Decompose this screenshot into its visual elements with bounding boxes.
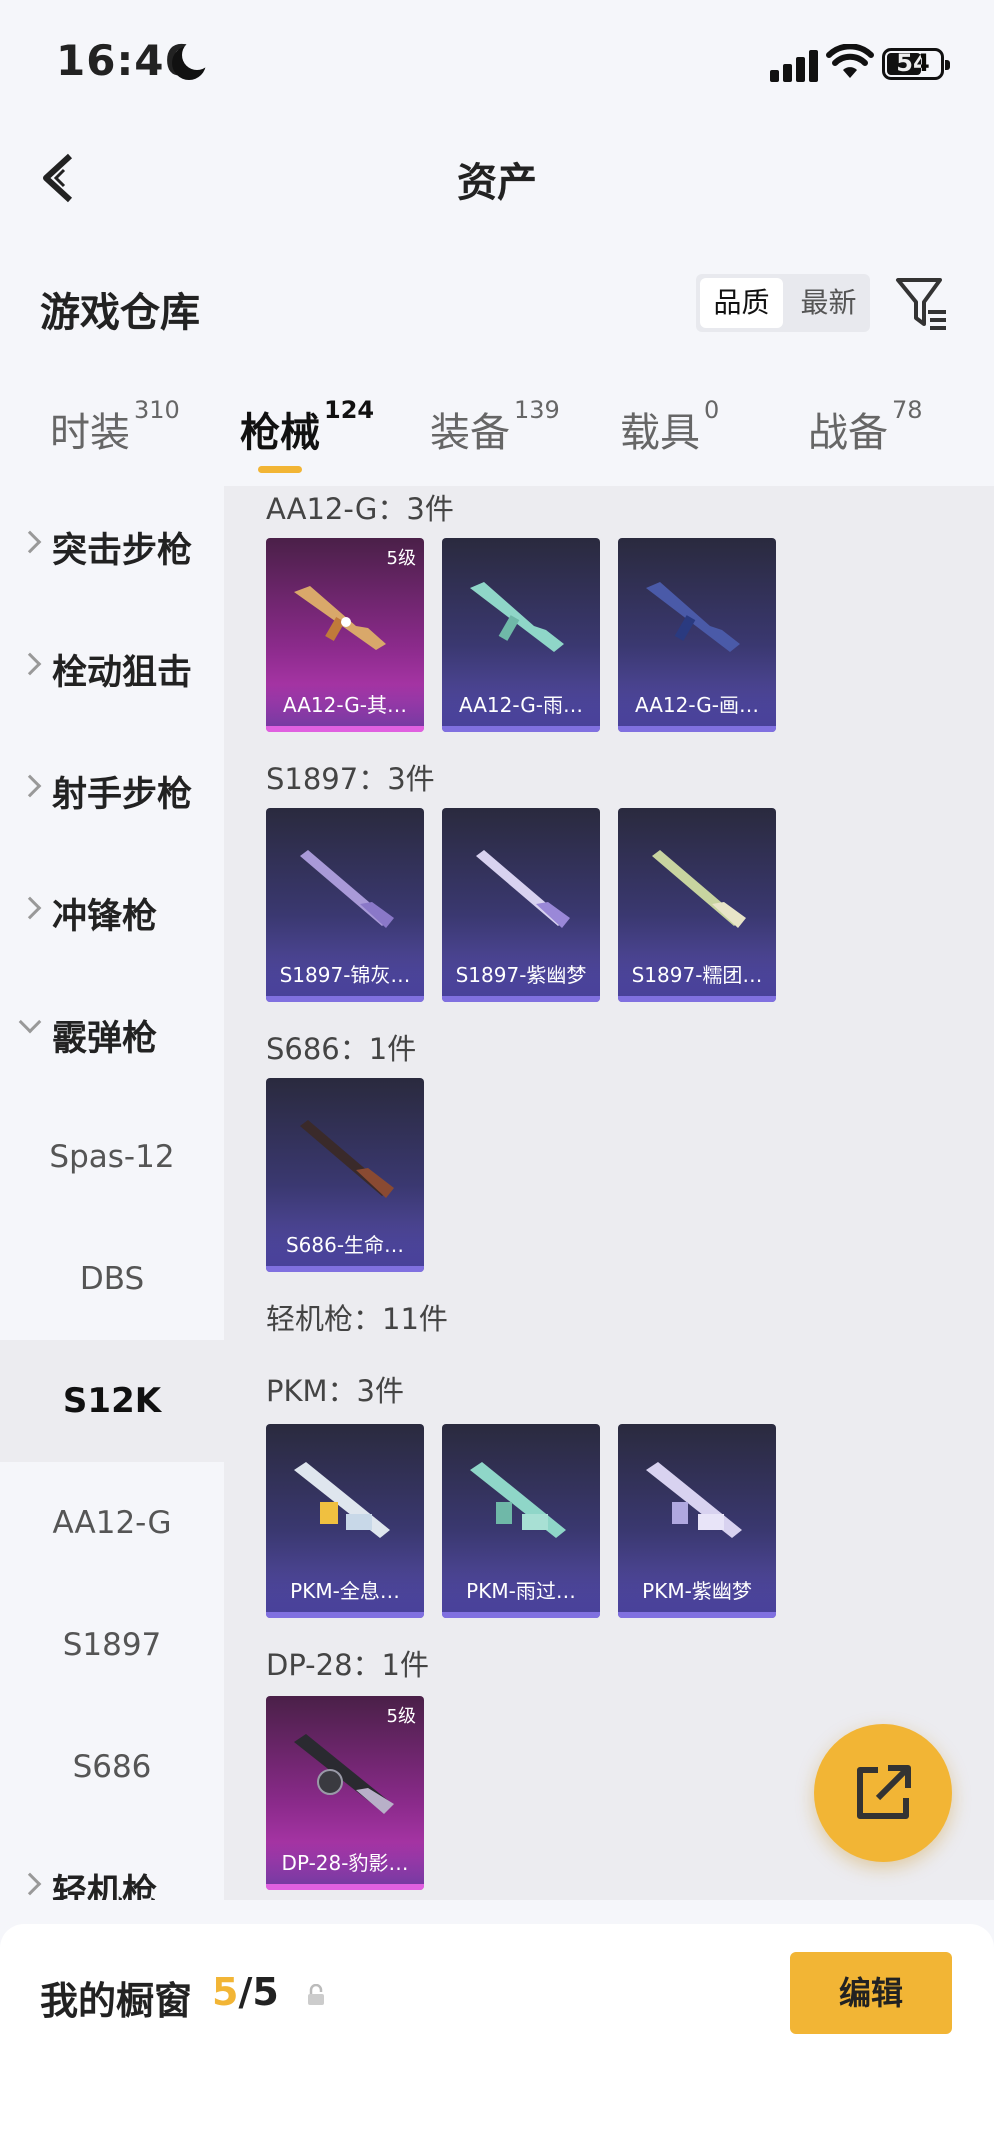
shotgun-icon xyxy=(300,850,394,928)
sidebar-sub-spas12[interactable]: Spas-12 xyxy=(0,1096,224,1218)
tab-tactical[interactable]: 战备 78 xyxy=(808,396,923,458)
group-label-s686: S686：1件 xyxy=(266,1032,417,1066)
share-icon xyxy=(857,1765,911,1819)
shotgun-icon xyxy=(300,1120,394,1198)
sort-quality-button[interactable]: 品质 xyxy=(700,278,783,328)
sidebar-sub-s1897[interactable]: S1897 xyxy=(0,1584,224,1706)
weapon-card[interactable]: S1897-锦灰… xyxy=(266,808,424,1002)
showcase-bar: 我的橱窗 5/5 编辑 xyxy=(0,1924,994,2152)
sidebar-sub-aa12g[interactable]: AA12-G xyxy=(0,1462,224,1584)
tab-firearms[interactable]: 枪械 124 xyxy=(240,396,374,458)
battery-level: 54 xyxy=(896,49,930,77)
sidebar-sub-s12k[interactable]: S12K xyxy=(0,1340,224,1462)
signal-icon xyxy=(770,48,818,82)
machine-gun-icon xyxy=(294,1462,390,1538)
sidebar-item-smg[interactable]: 冲锋枪 xyxy=(0,852,224,974)
rifle-icon xyxy=(294,586,386,650)
showcase-label: 我的橱窗 xyxy=(40,1979,193,2023)
weapon-card[interactable]: S1897-糯团… xyxy=(618,808,776,1002)
nav-bar: 资产 xyxy=(0,130,994,220)
showcase-count: 5/5 xyxy=(212,1970,279,2014)
chevron-right-icon xyxy=(18,1872,42,1896)
weapon-card[interactable]: 5级 DP-28-豹影… xyxy=(266,1696,424,1890)
group-label-s1897: S1897：3件 xyxy=(266,762,435,796)
chevron-right-icon xyxy=(18,896,42,920)
tab-equipment[interactable]: 装备 139 xyxy=(430,396,560,458)
weapon-card[interactable]: PKM-雨过… xyxy=(442,1424,600,1618)
chevron-right-icon xyxy=(18,774,42,798)
chevron-right-icon xyxy=(18,652,42,676)
edit-button[interactable]: 编辑 xyxy=(790,1952,952,2034)
weapon-list: AA12-G：3件 5级 AA12-G-其… AA12-G-雨… AA12-G-… xyxy=(224,486,994,1900)
machine-gun-icon xyxy=(294,1734,394,1814)
chevron-right-icon xyxy=(18,530,42,554)
group-label-lmg: 轻机枪：11件 xyxy=(266,1302,448,1336)
weapon-category-sidebar: 突击步枪 栓动狙击 射手步枪 冲锋枪 霰弹枪 Spas-12 DBS S12K … xyxy=(0,486,224,1900)
sidebar-sub-s686[interactable]: S686 xyxy=(0,1706,224,1828)
weapon-card[interactable]: 5级 AA12-G-其… xyxy=(266,538,424,732)
sidebar-sub-dbs[interactable]: DBS xyxy=(0,1218,224,1340)
machine-gun-icon xyxy=(470,1462,566,1538)
moon-icon xyxy=(172,40,212,80)
sidebar-item-shotgun[interactable]: 霰弹枪 xyxy=(0,974,224,1096)
rifle-icon xyxy=(646,582,740,652)
sidebar-item-assault-rifle[interactable]: 突击步枪 xyxy=(0,486,224,608)
status-bar: 16:46 54 xyxy=(0,0,994,120)
section-title: 游戏仓库 xyxy=(40,290,200,336)
shotgun-icon xyxy=(476,850,570,928)
tab-vehicles[interactable]: 载具 0 xyxy=(620,396,719,458)
rifle-icon xyxy=(470,582,564,652)
weapon-card[interactable]: PKM-紫幽梦 xyxy=(618,1424,776,1618)
group-label-aa12g: AA12-G：3件 xyxy=(266,492,454,526)
machine-gun-icon xyxy=(646,1462,742,1538)
category-tabs: 时装 310 枪械 124 装备 139 载具 0 战备 78 xyxy=(0,396,994,480)
sort-toggle: 品质 最新 xyxy=(696,274,870,332)
tab-fashion[interactable]: 时装 310 xyxy=(50,396,180,458)
sidebar-item-bolt-sniper[interactable]: 栓动狙击 xyxy=(0,608,224,730)
weapon-card[interactable]: AA12-G-画… xyxy=(618,538,776,732)
weapon-card[interactable]: S1897-紫幽梦 xyxy=(442,808,600,1002)
battery-icon: 54 xyxy=(882,48,950,80)
group-label-dp28: DP-28：1件 xyxy=(266,1648,429,1682)
sort-latest-button[interactable]: 最新 xyxy=(787,274,870,332)
weapon-card[interactable]: S686-生命… xyxy=(266,1078,424,1272)
sidebar-item-marksman-rifle[interactable]: 射手步枪 xyxy=(0,730,224,852)
active-tab-indicator xyxy=(258,466,302,473)
weapon-card[interactable]: PKM-全息… xyxy=(266,1424,424,1618)
shotgun-icon xyxy=(652,850,746,928)
weapon-card[interactable]: AA12-G-雨… xyxy=(442,538,600,732)
section-header: 游戏仓库 品质 最新 xyxy=(0,260,994,350)
wifi-icon xyxy=(826,44,874,78)
page-title: 资产 xyxy=(457,160,537,206)
sidebar-item-lmg[interactable]: 轻机枪 xyxy=(0,1828,224,1900)
filter-icon[interactable] xyxy=(894,274,950,334)
share-button[interactable] xyxy=(814,1724,952,1862)
group-label-pkm: PKM：3件 xyxy=(266,1374,404,1408)
chevron-down-icon xyxy=(18,1010,42,1034)
lock-icon xyxy=(308,1984,324,2005)
